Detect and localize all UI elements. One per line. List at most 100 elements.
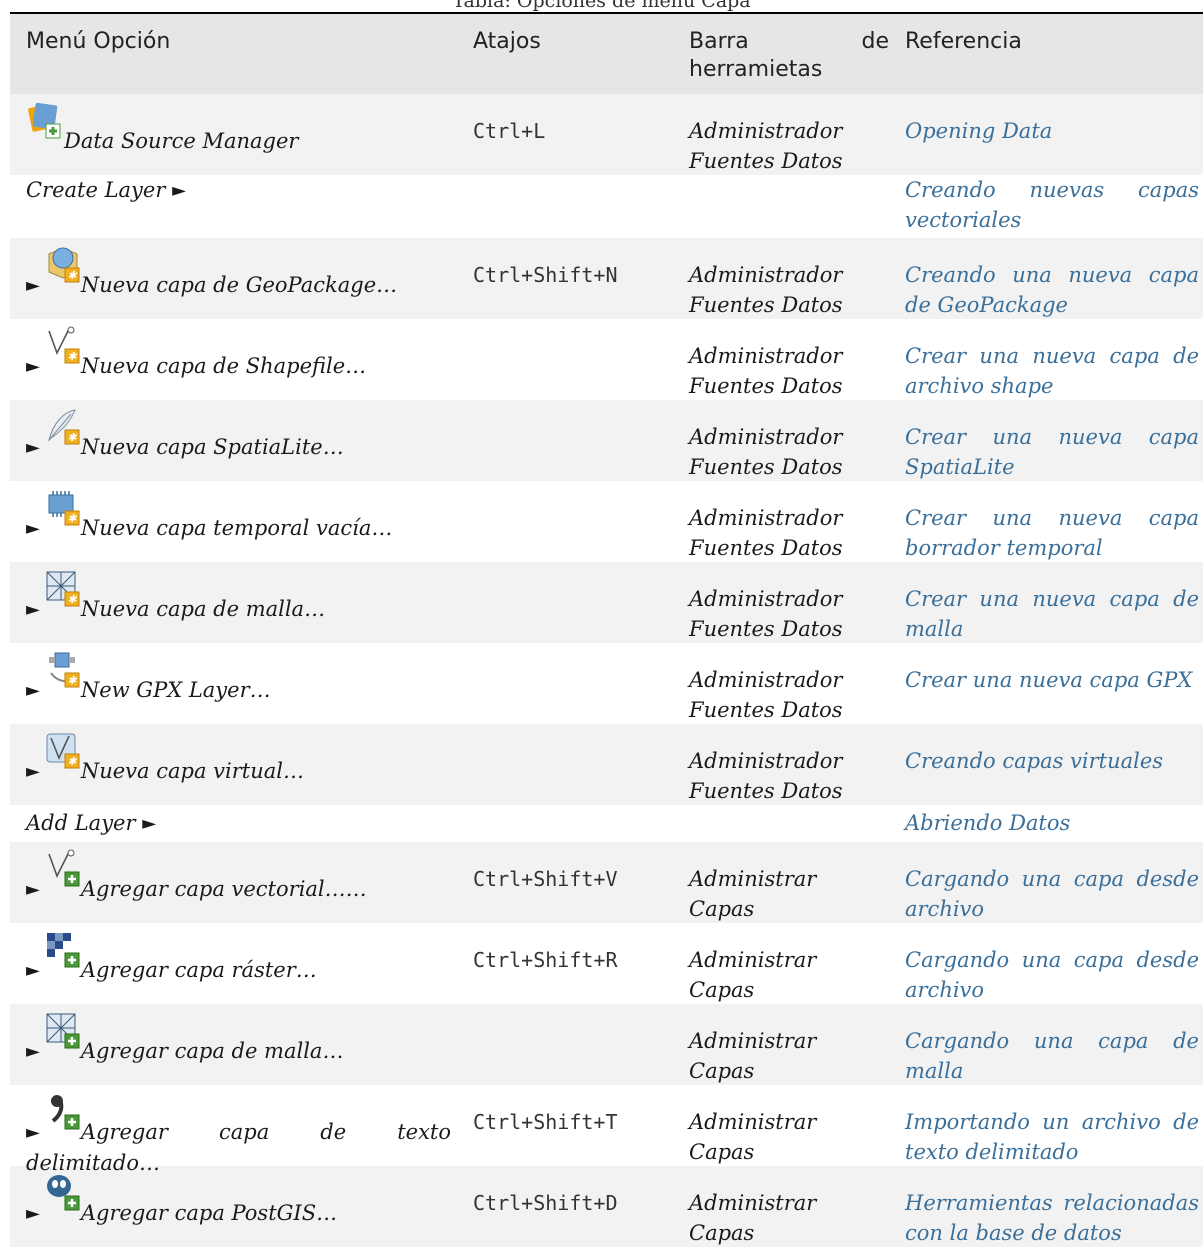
menu-option-label-nueva-capa-de-geopackage: Nueva capa de GeoPackage… <box>80 273 398 297</box>
menu-option-cell: ► ✱ Nueva capa de GeoPackage… <box>10 238 465 319</box>
reference-cell: Creando capas virtuales <box>897 724 1203 805</box>
menu-option-cell: ► Agregar capa ráster… <box>10 923 465 1004</box>
toolbar-cell: Administrar Capas <box>689 948 817 1002</box>
table-row: Add Layer ► Abriendo Datos <box>10 805 1203 842</box>
submenu-arrow-icon: ► <box>26 437 40 458</box>
reference-cell: Crear una nueva capa SpatiaLite <box>897 400 1203 481</box>
menu-option-label-nueva-capa-spatialite: Nueva capa SpatiaLite… <box>80 435 344 459</box>
shortcut-cell: Ctrl+Shift+R <box>473 948 618 972</box>
svg-text:✱: ✱ <box>67 350 77 363</box>
toolbar-cell: Administrar Capas <box>689 1191 817 1245</box>
reference-cell: Cargando una capa de malla <box>897 1004 1203 1085</box>
table-row: ► Agregar capa ráster… Ctrl+Shift+R Adminis… <box>10 923 1203 1004</box>
data-source-manager-icon <box>26 102 62 152</box>
shortcut-cell <box>465 1004 681 1085</box>
shortcut-cell <box>465 805 681 842</box>
shortcut-cell: Ctrl+L <box>473 119 546 143</box>
reference-link[interactable]: Crear una nueva capa SpatiaLite <box>905 422 1199 482</box>
reference-link[interactable]: Abriendo Datos <box>905 808 1199 838</box>
reference-cell: Importando un archivo de texto delimitad… <box>897 1085 1203 1166</box>
toolbar-cell: Administrador Fuentes Datos <box>689 263 843 317</box>
reference-link[interactable]: Crear una nueva capa de malla <box>905 584 1199 644</box>
menu-option-cell: ► ✱ Nueva capa SpatiaLite… <box>10 400 465 481</box>
add-delimited-text-icon <box>43 1095 80 1143</box>
svg-text:✱: ✱ <box>67 755 77 768</box>
reference-cell: Abriendo Datos <box>897 805 1203 842</box>
submenu-arrow-icon: ► <box>26 275 40 296</box>
shortcut-cell <box>465 400 681 481</box>
new-spatialite-icon: ✱ <box>43 409 80 458</box>
submenu-arrow-icon: ► <box>26 356 40 377</box>
shortcut-cell: Ctrl+Shift+D <box>473 1191 618 1215</box>
shortcut-cell: Ctrl+Shift+N <box>473 263 618 287</box>
table-row: ► Agregar capa de malla… Administrar Capas… <box>10 1004 1203 1085</box>
submenu-arrow-icon: ► <box>26 1203 40 1224</box>
new-temporary-layer-icon: ✱ <box>43 491 80 539</box>
submenu-arrow-icon: ► <box>26 518 40 539</box>
shortcut-cell <box>465 724 681 805</box>
svg-text:✱: ✱ <box>67 269 77 282</box>
reference-link[interactable]: Crear una nueva capa GPX <box>905 665 1199 695</box>
table-row: ► ✱ Nueva capa de GeoPackage… Ctrl+Shift+N A… <box>10 238 1203 319</box>
table-row: ► ✱ Nueva capa SpatiaLite… Administrador Fu… <box>10 400 1203 481</box>
header-menu-option: Menú Opción <box>26 29 171 54</box>
reference-link[interactable]: Opening Data <box>905 116 1199 146</box>
reference-link[interactable]: Creando una nueva capa de GeoPackage <box>905 260 1199 320</box>
menu-option-cell: ► ✱ Nueva capa de Shapefile… <box>10 319 465 400</box>
submenu-arrow-icon: ► <box>26 1041 40 1062</box>
reference-link[interactable]: Herramientas relacionadas con la base de… <box>905 1188 1199 1248</box>
svg-text:✱: ✱ <box>67 512 77 525</box>
submenu-arrow-icon: ► <box>26 599 40 620</box>
svg-text:✱: ✱ <box>67 674 77 687</box>
menu-option-label-nueva-capa-de-malla: Nueva capa de malla… <box>80 597 326 621</box>
menu-option-cell: Add Layer ► <box>10 805 465 842</box>
reference-cell: Crear una nueva capa de archivo shape <box>897 319 1203 400</box>
reference-link[interactable]: Importando un archivo de texto delimitad… <box>905 1107 1199 1167</box>
reference-link[interactable]: Crear una nueva capa borrador temporal <box>905 503 1199 563</box>
toolbar-cell: Administrador Fuentes Datos <box>689 119 843 173</box>
reference-link[interactable]: Cargando una capa desde archivo <box>905 864 1199 924</box>
reference-link[interactable]: Cargando una capa de malla <box>905 1026 1199 1086</box>
new-shapefile-icon: ✱ <box>43 326 80 377</box>
menu-option-cell: ► Agregar capa PostGIS… <box>10 1166 465 1247</box>
menu-option-label-add-layer: Add Layer <box>26 811 136 835</box>
toolbar-cell: Administrador Fuentes Datos <box>689 668 843 722</box>
toolbar-cell: Administrador Fuentes Datos <box>689 344 843 398</box>
reference-cell: Creando nuevas capas vectoriales <box>897 175 1203 238</box>
reference-link[interactable]: Cargando una capa desde archivo <box>905 945 1199 1005</box>
reference-link[interactable]: Creando nuevas capas vectoriales <box>905 175 1199 235</box>
header-reference: Referencia <box>905 29 1022 54</box>
menu-option-cell: ► ✱ Nueva capa virtual… <box>10 724 465 805</box>
toolbar-cell: Administrador Fuentes Datos <box>689 425 843 479</box>
shortcut-cell <box>465 643 681 724</box>
layer-menu-table: Menú Opción Atajos Barra de herramietas … <box>10 12 1203 1247</box>
shortcut-cell: Ctrl+Shift+V <box>473 867 618 891</box>
reference-link[interactable]: Creando capas virtuales <box>905 746 1199 776</box>
menu-option-cell: ► Agregar capa vectorial…… <box>10 842 465 923</box>
menu-option-cell: ► Agregar capa de malla… <box>10 1004 465 1085</box>
new-virtual-layer-icon: ✱ <box>43 733 80 782</box>
table-row: ► ✱ Nueva capa de Shapefile… Administrador … <box>10 319 1203 400</box>
menu-option-label-nueva-capa-de-shapefile: Nueva capa de Shapefile… <box>80 354 367 378</box>
toolbar-cell <box>681 805 897 842</box>
menu-option-cell: ► ✱ Nueva capa temporal vacía… <box>10 481 465 562</box>
reference-cell: Crear una nueva capa de malla <box>897 562 1203 643</box>
menu-option-cell: ► ✱ New GPX Layer… <box>10 643 465 724</box>
menu-option-label-new-gpx-layer: New GPX Layer… <box>80 678 271 702</box>
menu-option-cell: ► Agregar capa de texto delimitado… <box>10 1085 465 1175</box>
toolbar-cell: Administrar Capas <box>689 1029 817 1083</box>
table-row: ► Agregar capa vectorial…… Ctrl+Shift+V Adm… <box>10 842 1203 923</box>
reference-link[interactable]: Crear una nueva capa de archivo shape <box>905 341 1199 401</box>
submenu-arrow-icon: ► <box>26 960 40 981</box>
menu-option-label-nueva-capa-virtual: Nueva capa virtual… <box>80 759 304 783</box>
svg-text:✱: ✱ <box>67 593 77 606</box>
shortcut-cell <box>465 175 681 238</box>
table-row: ► ✱ Nueva capa virtual… Administrador Fuent… <box>10 724 1203 805</box>
reference-cell: Cargando una capa desde archivo <box>897 842 1203 923</box>
add-vector-layer-icon <box>43 849 80 900</box>
table-row: Data Source Manager Ctrl+L Administrador F… <box>10 94 1203 175</box>
submenu-arrow-icon: ► <box>26 879 40 900</box>
table-row: ► ✱ Nueva capa de malla… Administrador Fuen… <box>10 562 1203 643</box>
shortcut-cell <box>465 481 681 562</box>
submenu-arrow-icon: ► <box>26 680 40 701</box>
